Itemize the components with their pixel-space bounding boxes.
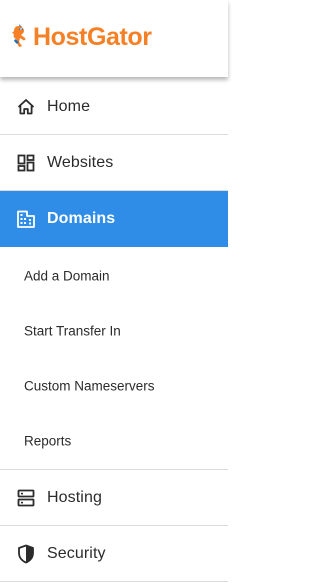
submenu-item-start-transfer[interactable]: Start Transfer In [0, 303, 228, 358]
nav-item-label: Home [47, 97, 91, 115]
submenu-item-label: Custom Nameservers [24, 378, 155, 393]
nav-item-label: Domains [47, 210, 116, 227]
nav-item-label: Security [47, 544, 106, 562]
submenu-item-label: Add a Domain [24, 268, 110, 283]
gator-mascot-icon [10, 22, 34, 55]
submenu-item-custom-nameservers[interactable]: Custom Nameservers [0, 358, 228, 413]
nav-item-home[interactable]: Home [0, 79, 228, 135]
nav-item-label: Hosting [47, 488, 102, 506]
submenu-item-reports[interactable]: Reports [0, 413, 228, 468]
nav-item-domains[interactable]: Domains [0, 191, 228, 247]
sidebar-nav: HostGator Home Websites Domains Add a Do… [0, 0, 228, 583]
building-icon [16, 209, 36, 229]
submenu-item-label: Reports [24, 433, 72, 448]
nav-item-websites[interactable]: Websites [0, 135, 228, 191]
logo-header: HostGator [0, 0, 228, 77]
brand-name[interactable]: HostGator [33, 20, 152, 54]
nav-item-hosting[interactable]: Hosting [0, 470, 228, 526]
nav-item-label: Websites [47, 153, 114, 171]
nav-item-security[interactable]: Security [0, 526, 228, 582]
server-icon [16, 488, 36, 508]
dashboard-grid-icon [16, 153, 36, 173]
shield-icon [16, 544, 36, 564]
submenu-item-label: Start Transfer In [24, 323, 121, 338]
home-icon [16, 97, 36, 117]
submenu-item-add-domain[interactable]: Add a Domain [0, 248, 228, 303]
